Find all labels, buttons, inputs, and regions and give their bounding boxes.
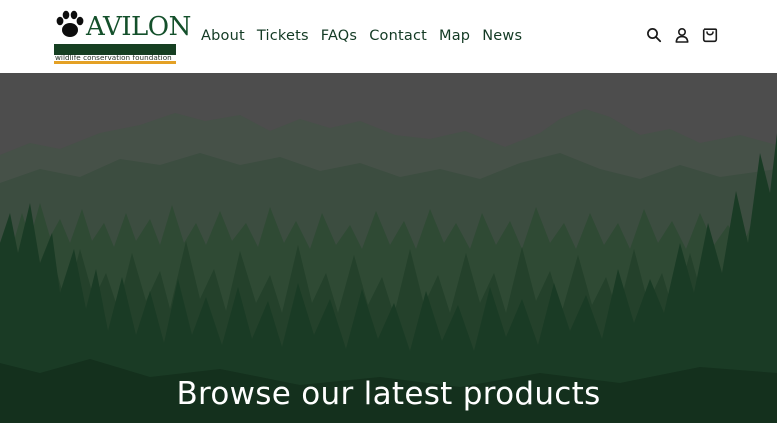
nav-item-contact[interactable]: Contact (363, 24, 433, 48)
search-icon (647, 28, 662, 43)
main-nav: About Tickets FAQs Contact Map News (195, 24, 528, 48)
site-header: AVILON wildlife conservation foundation … (0, 0, 777, 73)
nav-item-about[interactable]: About (195, 24, 251, 48)
account-icon (675, 27, 689, 43)
nav-item-tickets[interactable]: Tickets (251, 24, 315, 48)
hero-banner: Browse our latest products (0, 73, 777, 423)
nav-item-faqs[interactable]: FAQs (315, 24, 363, 48)
paw-print-icon (56, 10, 84, 37)
hero-title: Browse our latest products (176, 376, 601, 412)
nav-item-news[interactable]: News (476, 24, 528, 48)
logo-stripe (54, 61, 176, 64)
site-logo[interactable]: AVILON wildlife conservation foundation (54, 9, 191, 64)
cart-button[interactable] (700, 22, 720, 48)
account-button[interactable] (672, 22, 692, 48)
header-icons (644, 22, 720, 48)
nav-item-map[interactable]: Map (433, 24, 476, 48)
search-button[interactable] (644, 22, 664, 48)
logo-wordmark: AVILON (86, 12, 191, 42)
cart-icon (702, 28, 718, 43)
